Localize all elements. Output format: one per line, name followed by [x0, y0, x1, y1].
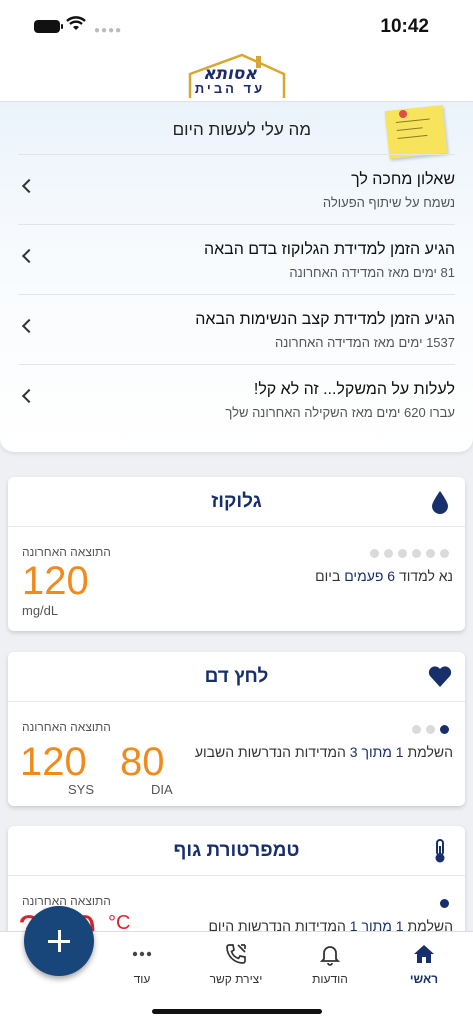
bp-sys-label: SYS [68, 782, 95, 797]
glucose-measure-text: נא למדוד 6 פעמים ביום [315, 568, 453, 584]
app-logo: אסותא עד הבית [186, 52, 286, 98]
progress-dot [440, 549, 449, 558]
thermometer-icon [435, 839, 445, 863]
tab-contact[interactable]: יצירת קשר [196, 932, 276, 1002]
home-indicator [152, 1009, 322, 1014]
card-title: לחץ דם [204, 666, 269, 687]
chevron-left-icon [21, 318, 37, 334]
bell-icon [319, 946, 341, 966]
progress-dot [412, 549, 421, 558]
tab-more[interactable]: עוד [102, 932, 182, 1002]
glucose-unit: mg/dL [22, 603, 59, 618]
chevron-left-icon [21, 388, 37, 404]
chevron-left-icon [21, 178, 37, 194]
home-icon [414, 945, 434, 963]
card-title: גלוקוז [211, 491, 262, 512]
progress-dot [384, 549, 393, 558]
todo-item-title: הגיע הזמן למדידת הגלוקוז בדם הבאה [203, 241, 455, 258]
sticky-note-icon [384, 105, 448, 159]
pin-icon [399, 110, 407, 118]
todo-item-subtitle: 1537 ימים מאז המדידה האחרונה [274, 335, 455, 350]
add-measurement-button[interactable] [24, 906, 94, 976]
tab-notifications-label: הודעות [312, 972, 348, 986]
last-result-label: התוצאה האחרונה [22, 720, 111, 734]
todo-item-respiration[interactable]: הגיע הזמן למדידת קצב הנשימות הבאה 1537 י… [18, 294, 455, 364]
status-bar: ●●●● 10:42 [0, 0, 473, 50]
glucose-value: 120 [22, 559, 89, 603]
progress-dot [370, 549, 379, 558]
tab-notifications[interactable]: הודעות [290, 932, 370, 1002]
todo-item-weight[interactable]: לעלות על המשקל... זה לא קל! עברו 620 ימי… [18, 364, 455, 434]
todo-item-subtitle: עברו 620 ימים מאז השקילה האחרונה שלך [225, 405, 455, 420]
todo-panel: מה עלי לעשות היום שאלון מחכה לך נשמח על … [0, 102, 473, 452]
drop-icon [432, 491, 448, 514]
progress-dot [398, 549, 407, 558]
logo-subtext: עד הבית [194, 81, 266, 96]
last-result-label: התוצאה האחרונה [22, 545, 111, 559]
temp-progress-dots [440, 899, 449, 908]
tab-contact-label: יצירת קשר [209, 972, 263, 986]
todo-item-title: הגיע הזמן למדידת קצב הנשימות הבאה [195, 311, 455, 328]
more-icon [132, 951, 152, 957]
heart-icon [428, 666, 452, 687]
todo-item-title: לעלות על המשקל... זה לא קל! [253, 381, 455, 398]
blood-pressure-card[interactable]: לחץ דם התוצאה האחרונה 120 SYS 80 DIA השל… [8, 652, 465, 806]
bp-sys-value: 120 [20, 740, 87, 784]
signal-icon: ●●●● [94, 25, 123, 36]
glucose-progress-dots [370, 549, 449, 558]
glucose-card[interactable]: גלוקוז התוצאה האחרונה 120 mg/dL נא למדוד… [8, 477, 465, 631]
chevron-left-icon [21, 248, 37, 264]
battery-icon [34, 20, 63, 33]
phone-icon [226, 944, 246, 964]
tab-home-label: ראשי [409, 972, 439, 986]
todo-title: מה עלי לעשות היום [172, 120, 311, 139]
bp-measure-text: השלמת 1 מתוך 3 המדידות הנדרשות השבוע [194, 744, 453, 760]
tab-home[interactable]: ראשי [384, 932, 464, 1002]
todo-item-subtitle: נשמח על שיתוף הפעולה [322, 195, 455, 210]
status-time: 10:42 [380, 16, 429, 37]
wifi-icon [66, 16, 86, 30]
tab-more-label: עוד [133, 972, 151, 986]
card-header: לחץ דם [8, 652, 465, 702]
card-header: טמפרטורת גוף [8, 826, 465, 876]
bp-progress-dots [412, 725, 449, 734]
progress-dot [426, 725, 435, 734]
progress-dot [440, 725, 449, 734]
todo-item-title: שאלון מחכה לך [351, 171, 455, 188]
todo-item-subtitle: 81 ימים מאז המדידה האחרונה [289, 265, 455, 280]
todo-item-glucose[interactable]: הגיע הזמן למדידת הגלוקוז בדם הבאה 81 ימי… [18, 224, 455, 294]
progress-dot [440, 899, 449, 908]
progress-dot [426, 549, 435, 558]
todo-item-questionnaire[interactable]: שאלון מחכה לך נשמח על שיתוף הפעולה [18, 154, 455, 224]
card-title: טמפרטורת גוף [173, 840, 300, 861]
card-header: גלוקוז [8, 477, 465, 527]
progress-dot [412, 725, 421, 734]
bp-dia-label: DIA [151, 782, 173, 797]
app-header: אסותא עד הבית [0, 50, 473, 102]
bp-dia-value: 80 [120, 740, 165, 784]
